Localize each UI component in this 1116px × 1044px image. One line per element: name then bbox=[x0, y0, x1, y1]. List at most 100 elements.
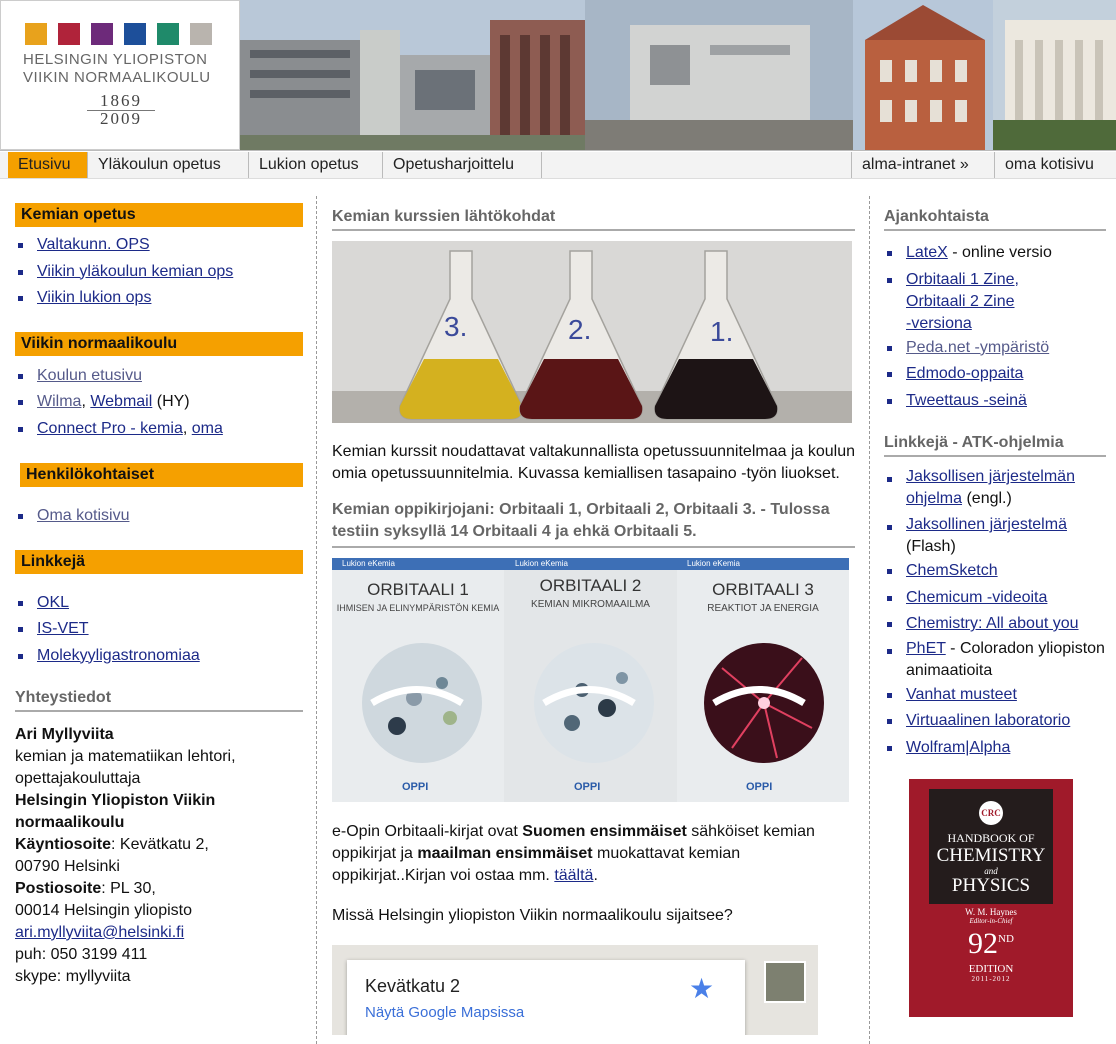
link-peda-net[interactable]: Peda.net -ympäristö bbox=[906, 339, 1049, 356]
link-chemsketch[interactable]: ChemSketch bbox=[906, 562, 998, 579]
link-oma[interactable]: oma bbox=[192, 420, 223, 437]
books-paragraph: e-Opin Orbitaali-kirjat ovat Suomen ensi… bbox=[332, 821, 855, 887]
link-vanhat-musteet[interactable]: Vanhat musteet bbox=[906, 686, 1017, 703]
school-logo[interactable]: HELSINGIN YLIOPISTON VIIKIN NORMAALIKOUL… bbox=[0, 0, 240, 150]
section-title-viikin-normaalikoulu: Viikin normaalikoulu bbox=[15, 331, 303, 356]
book-series-label: Lukion eKemia bbox=[515, 559, 568, 568]
text: Orbitaali 2 Zine bbox=[906, 292, 1015, 310]
column-divider bbox=[869, 196, 870, 1044]
kemian-opetus-list: Valtakunn. OPS Viikin yläkoulun kemian o… bbox=[15, 232, 303, 312]
contact-phone: puh: 050 3199 411 bbox=[15, 946, 148, 963]
book-title: ORBITAALI 2 bbox=[539, 576, 642, 595]
google-map-embed[interactable]: Kevätkatu 2 Näytä Google Mapsissa ★ bbox=[332, 945, 818, 1035]
nav-oma-kotisivu[interactable]: oma kotisivu bbox=[995, 152, 1116, 178]
cover-text: 2011-2012 bbox=[971, 975, 1011, 983]
link-orbitaali-zine[interactable]: Orbitaali 1 Zine, Orbitaali 2 Zine -versio… bbox=[906, 271, 1019, 332]
list-item: Orbitaali 1 Zine, Orbitaali 2 Zine -versio… bbox=[884, 267, 1106, 335]
text: Orbitaali 1 Zine, bbox=[906, 270, 1019, 288]
link-connect-pro[interactable]: Connect Pro - kemia bbox=[37, 420, 183, 437]
list-item: Koulun etusivu bbox=[15, 363, 303, 390]
flask-label: 3. bbox=[444, 311, 467, 342]
list-item: LateX - online versio bbox=[884, 240, 1106, 267]
list-item: Virtuaalinen laboratorio bbox=[884, 708, 1106, 735]
contact-email-link[interactable]: ari.myllyviita@helsinki.fi bbox=[15, 924, 184, 941]
book-subtitle: REAKTIOT JA ENERGIA bbox=[707, 603, 819, 614]
avatar[interactable] bbox=[764, 961, 806, 1003]
orbitaali-books-image[interactable]: Lukion eKemia Lukion eKemia Lukion eKemi… bbox=[332, 558, 849, 802]
contact-name: Ari Myllyviita bbox=[15, 726, 114, 743]
link-chemicum[interactable]: Chemicum -videoita bbox=[906, 589, 1047, 606]
book-title: ORBITAALI 3 bbox=[712, 580, 814, 599]
separator: , bbox=[182, 419, 188, 437]
heading-kurssien-lahtokohdat: Kemian kurssien lähtökohdat bbox=[332, 208, 855, 231]
link-chemistry-all-about-you[interactable]: Chemistry: All about you bbox=[906, 615, 1079, 632]
link-tweettaus[interactable]: Tweettaus -seinä bbox=[906, 392, 1027, 409]
building-photo-strip bbox=[240, 0, 1116, 150]
nav-lukion-opetus[interactable]: Lukion opetus bbox=[249, 152, 383, 178]
contact-info: Ari Myllyviita kemian ja matematiikan le… bbox=[15, 724, 303, 988]
text: . bbox=[593, 867, 598, 884]
link-is-vet[interactable]: IS-VET bbox=[37, 620, 89, 637]
text: e-Opin Orbitaali-kirjat ovat bbox=[332, 823, 523, 840]
text-bold: maailman ensimmäiset bbox=[417, 845, 593, 862]
list-item: Tweettaus -seinä bbox=[884, 388, 1106, 415]
main-content: Kemian kurssien lähtökohdat 3. 2. 1. Kem… bbox=[332, 208, 855, 1035]
separator: , bbox=[81, 393, 86, 410]
henkilokohtaiset-list: Oma kotisivu bbox=[15, 503, 303, 530]
column-divider bbox=[316, 196, 317, 1044]
nav-alma-intranet[interactable]: alma-intranet » bbox=[851, 152, 995, 178]
link-viikin-ylakoulun-ops[interactable]: Viikin yläkoulun kemian ops bbox=[37, 263, 233, 280]
list-item: Oma kotisivu bbox=[15, 503, 303, 530]
link-virtuaalinen-laboratorio[interactable]: Virtuaalinen laboratorio bbox=[906, 712, 1070, 729]
flask-solutions-image: 3. 2. 1. bbox=[332, 241, 852, 423]
link-wilma[interactable]: Wilma bbox=[37, 393, 81, 410]
logo-year-start: 1869 bbox=[100, 91, 142, 110]
link-valtakunn-ops[interactable]: Valtakunn. OPS bbox=[37, 236, 150, 253]
cover-text: CHEMISTRY bbox=[936, 845, 1046, 866]
link-jaksollinen-flash[interactable]: Jaksollinen järjestelmä bbox=[906, 516, 1067, 533]
contact-school: Helsingin Yliopiston Viikin normaalikoul… bbox=[15, 792, 216, 831]
link-latex[interactable]: LateX bbox=[906, 244, 948, 261]
value: : PL 30, bbox=[101, 880, 156, 897]
logo-square bbox=[157, 23, 179, 45]
map-open-link[interactable]: Näytä Google Mapsissa bbox=[365, 1004, 524, 1021]
publisher-logo: OPPI bbox=[574, 781, 601, 793]
link-oma-kotisivu[interactable]: Oma kotisivu bbox=[37, 507, 129, 524]
map-address-title: Kevätkatu 2 bbox=[365, 976, 461, 996]
link-edmodo[interactable]: Edmodo-oppaita bbox=[906, 365, 1023, 382]
list-item: PhET - Coloradon yliopiston animaatioita bbox=[884, 638, 1106, 682]
section-title-ajankohtaista: Ajankohtaista bbox=[884, 208, 1106, 231]
nav-opetusharjoittelu[interactable]: Opetusharjoittelu bbox=[383, 152, 542, 178]
text: -versiona bbox=[906, 314, 972, 332]
map-info-card: Kevätkatu 2 Näytä Google Mapsissa ★ bbox=[347, 960, 745, 1035]
logo-square bbox=[190, 23, 212, 45]
link-wolfram-alpha[interactable]: Wolfram|Alpha bbox=[906, 739, 1010, 756]
link-molekyyligastronomiaa[interactable]: Molekyyligastronomiaa bbox=[37, 647, 200, 664]
list-item: Peda.net -ympäristö bbox=[884, 335, 1106, 362]
nav-ylakoulun-opetus[interactable]: Yläkoulun opetus bbox=[88, 152, 249, 178]
link-phet[interactable]: PhET bbox=[906, 640, 946, 657]
contact-visit-city: 00790 Helsinki bbox=[15, 858, 120, 875]
cover-edition: 92ND bbox=[909, 927, 1073, 961]
crc-handbook-cover[interactable]: CRC HANDBOOK OF CHEMISTRY and PHYSICS W.… bbox=[909, 779, 1073, 1017]
nav-etusivu[interactable]: Etusivu bbox=[8, 152, 88, 178]
link-webmail[interactable]: Webmail bbox=[90, 393, 152, 410]
linkkeja-list: OKL IS-VET Molekyyligastronomiaa bbox=[15, 590, 303, 670]
link-okl[interactable]: OKL bbox=[37, 594, 69, 611]
link-koulun-etusivu[interactable]: Koulun etusivu bbox=[37, 367, 142, 384]
star-icon[interactable]: ★ bbox=[689, 972, 714, 1005]
link-taalta[interactable]: täältä bbox=[554, 867, 593, 884]
cover-text: HANDBOOK OF bbox=[947, 831, 1035, 845]
logo-text-line1: HELSINGIN YLIOPISTON bbox=[23, 51, 208, 68]
cover-text: EDITION bbox=[968, 963, 1014, 975]
text: ND bbox=[998, 933, 1014, 945]
list-item: OKL bbox=[15, 590, 303, 617]
logo-square bbox=[25, 23, 47, 45]
publisher-logo: OPPI bbox=[402, 781, 429, 793]
book-series-label: Lukion eKemia bbox=[687, 559, 740, 568]
list-item: Jaksollisen järjestelmän ohjelma (engl.) bbox=[884, 466, 1106, 510]
list-item: Valtakunn. OPS bbox=[15, 232, 303, 259]
contact-role: opettajakouluttaja bbox=[15, 770, 141, 787]
link-viikin-lukion-ops[interactable]: Viikin lukion ops bbox=[37, 289, 151, 306]
logo-square bbox=[58, 23, 80, 45]
